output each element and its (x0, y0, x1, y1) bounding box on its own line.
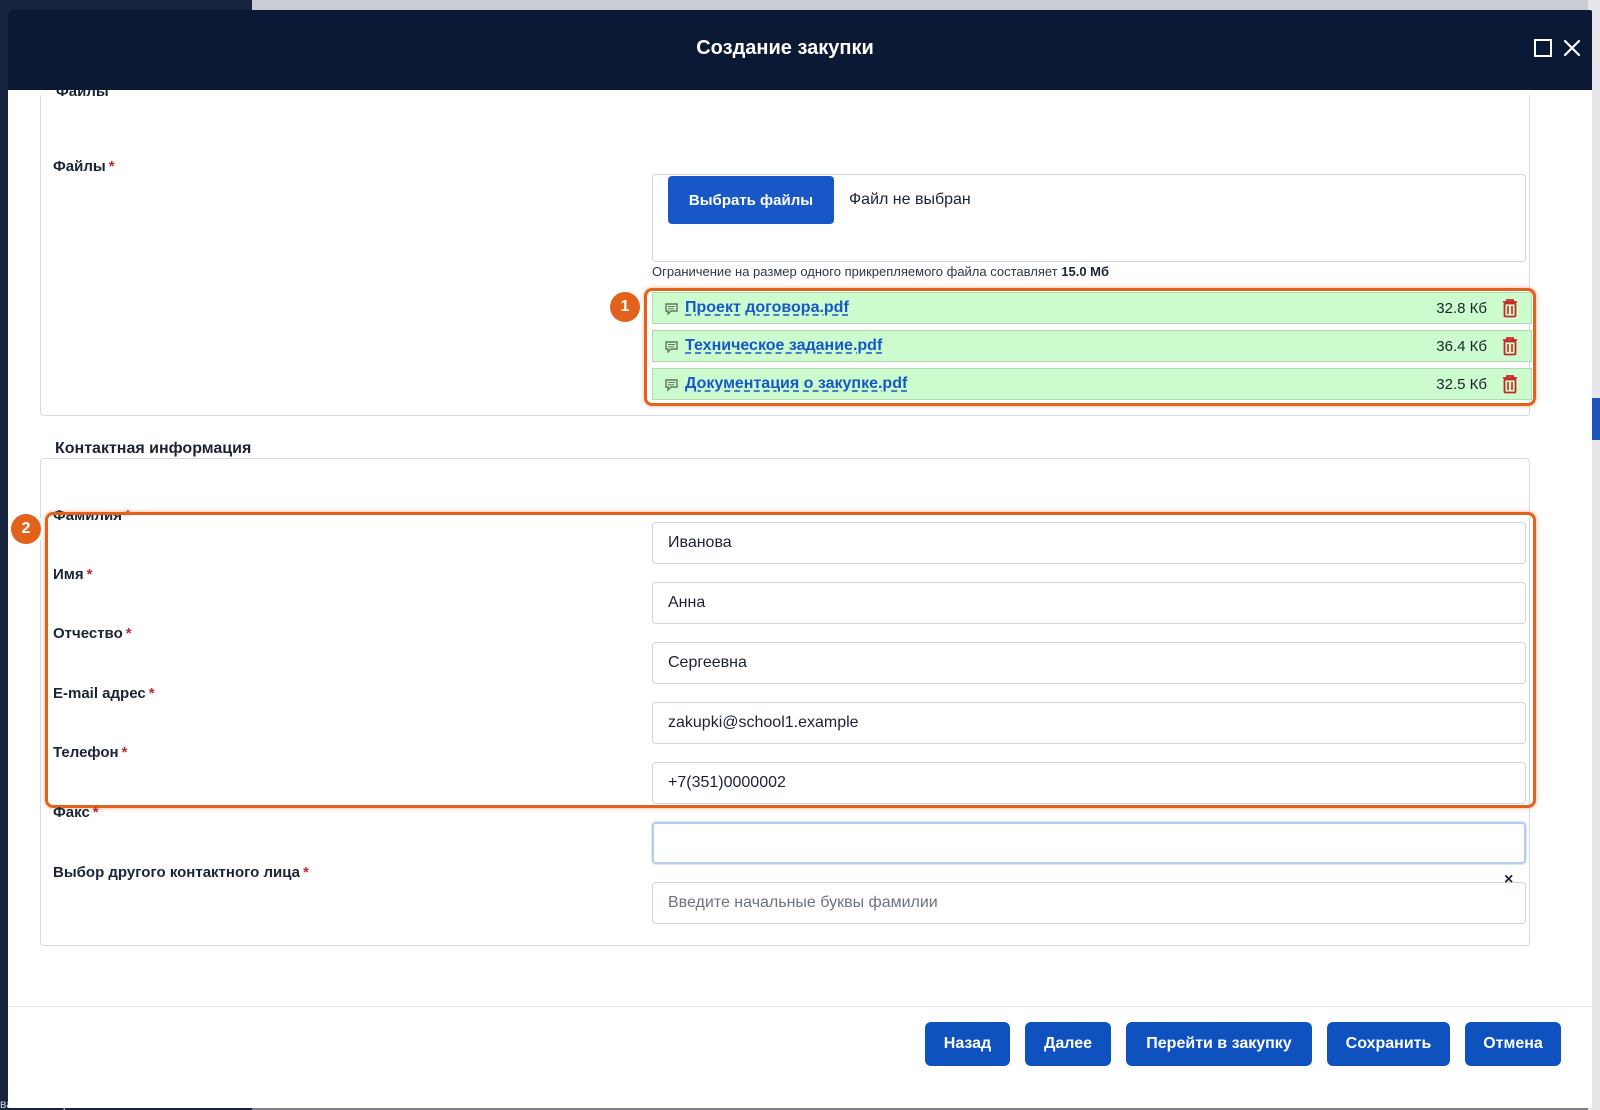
contact-legend: Контактная информация (51, 440, 256, 458)
next-button[interactable]: Далее (1025, 1022, 1111, 1066)
dialog-footer: Назад Далее Перейти в закупку Сохранить … (8, 1006, 1592, 1108)
annotation-highlight-files (644, 288, 1536, 406)
required-mark: * (92, 804, 99, 821)
back-button[interactable]: Назад (925, 1022, 1010, 1066)
limit-text: Ограничение на размер одного прикрепляем… (652, 264, 1058, 279)
dialog-header: Создание закупки (8, 10, 1592, 90)
close-icon[interactable] (1562, 38, 1582, 58)
go-to-purchase-button[interactable]: Перейти в закупку (1126, 1022, 1312, 1066)
no-file-selected-text: Файл не выбран (849, 191, 971, 208)
save-button[interactable]: Сохранить (1327, 1022, 1450, 1066)
maximize-icon[interactable] (1533, 38, 1553, 58)
background-topbar (252, 0, 1600, 10)
annotation-badge-1: 1 (610, 292, 640, 322)
required-mark: * (303, 864, 309, 881)
other-contact-label-text: Выбор другого контактного лица (53, 864, 300, 881)
choose-files-button[interactable]: Выбрать файлы (668, 176, 834, 224)
dialog-body[interactable]: Файлы Файлы * Выбрать файлы Файл не выбра… (8, 90, 1592, 990)
other-contact-label: Выбор другого контактного лица * (53, 864, 309, 881)
fax-input[interactable] (652, 822, 1526, 864)
file-upload-box: Выбрать файлы Файл не выбран (652, 174, 1526, 262)
file-size-limit-note: Ограничение на размер одного прикрепляем… (652, 264, 1109, 279)
fax-label-text: Факс (53, 804, 90, 821)
files-legend: Файлы (56, 90, 109, 100)
other-contact-input[interactable]: Введите начальные буквы фамилии (652, 882, 1526, 924)
cancel-button[interactable]: Отмена (1465, 1022, 1561, 1066)
required-mark: * (108, 158, 115, 175)
limit-value: 15.0 Мб (1061, 264, 1110, 279)
annotation-badge-2: 2 (11, 514, 41, 544)
files-label: Файлы * (53, 158, 115, 175)
fax-label: Факс * (53, 804, 99, 821)
create-purchase-dialog: Создание закупки Файлы Файлы * Выбрать фа… (8, 10, 1592, 1108)
annotation-highlight-contact (45, 512, 1536, 808)
clear-icon[interactable]: × (1504, 871, 1513, 889)
files-label-text: Файлы (53, 158, 106, 175)
dialog-title: Создание закупки (696, 37, 874, 59)
